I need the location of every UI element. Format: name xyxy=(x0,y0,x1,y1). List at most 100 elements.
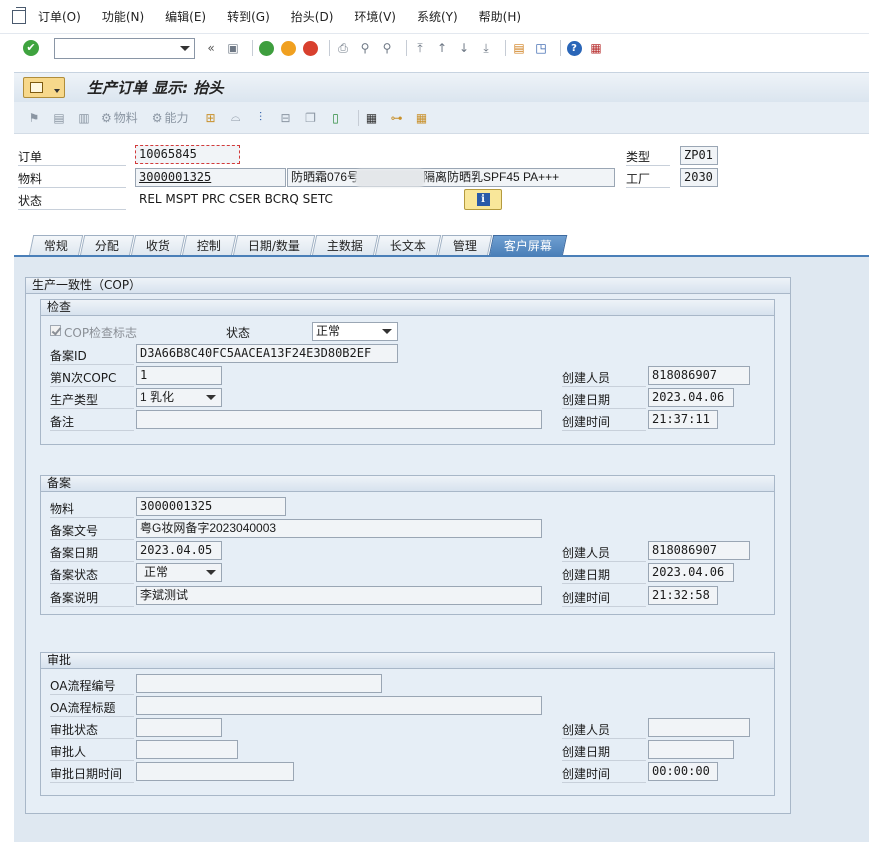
approval-status-field[interactable] xyxy=(136,718,222,737)
hierarchy-icon[interactable]: ⊞ xyxy=(203,110,219,126)
menu-goto[interactable]: 转到(G) xyxy=(227,8,270,25)
menu-bar: 订单(O) 功能(N) 编辑(E) 转到(G) 抬头(D) 环境(V) 系统(Y… xyxy=(0,0,869,34)
tab-administration[interactable]: 管理 xyxy=(437,235,493,256)
production-type-label: 生产类型 xyxy=(50,391,134,409)
tab-assignment[interactable]: 分配 xyxy=(79,235,135,256)
network-icon[interactable]: ⊟ xyxy=(278,110,294,126)
cop-check-checkbox[interactable] xyxy=(50,325,61,336)
find-icon[interactable]: ⚲ xyxy=(357,40,373,56)
menu-environment[interactable]: 环境(V) xyxy=(354,8,396,25)
capacity-button[interactable]: ⚙ 能力 xyxy=(152,109,189,126)
chevron-down-icon[interactable] xyxy=(180,45,190,51)
table-icon[interactable]: ▦ xyxy=(364,110,380,126)
menu-help[interactable]: 帮助(H) xyxy=(479,8,521,25)
collapse-icon[interactable]: « xyxy=(203,40,219,56)
tab-label: 客户屏幕 xyxy=(504,239,553,253)
filing-doc-no-field[interactable]: 粤G妆网备字2023040003 xyxy=(136,519,542,538)
nth-copc-field[interactable]: 1 xyxy=(136,366,222,385)
filing-created-time-field[interactable]: 21:32:58 xyxy=(648,586,718,605)
document-icon[interactable]: ▤ xyxy=(51,110,67,126)
title-bar: 生产订单 显示: 抬头 xyxy=(14,72,869,102)
approval-created-time-field[interactable]: 00:00:00 xyxy=(648,762,718,781)
previous-page-icon[interactable]: ↑ xyxy=(434,40,450,56)
menu-edit[interactable]: 编辑(E) xyxy=(165,8,206,25)
object-services-button[interactable] xyxy=(23,77,65,98)
capacity-icon: ⚙ xyxy=(151,110,163,125)
enter-icon[interactable]: ✔ xyxy=(23,40,39,56)
approval-created-date-field[interactable] xyxy=(648,740,734,759)
filing-id-field[interactable]: D3A66B8C40FC5AACEA13F24E3D80B2EF xyxy=(136,344,398,363)
tab-dates-quantities[interactable]: 日期/数量 xyxy=(232,235,316,256)
exit-up-icon[interactable] xyxy=(280,40,296,56)
column-icon[interactable]: ▯ xyxy=(328,110,344,126)
exit-icon[interactable] xyxy=(12,6,26,24)
remark-field[interactable] xyxy=(136,410,542,429)
menu-header[interactable]: 抬头(D) xyxy=(291,8,334,25)
cancel-icon[interactable] xyxy=(302,40,318,56)
tab-master-data[interactable]: 主数据 xyxy=(311,235,379,256)
calculator-icon[interactable]: ▥ xyxy=(76,110,92,126)
oa-title-field[interactable] xyxy=(136,696,542,715)
filing-id-value: D3A66B8C40FC5AACEA13F24E3D80B2EF xyxy=(140,346,372,360)
menu-system[interactable]: 系统(Y) xyxy=(417,8,458,25)
copy-icon[interactable]: ❐ xyxy=(303,110,319,126)
layout-menu-icon[interactable]: ▦ xyxy=(588,40,604,56)
component-icon[interactable]: ⌓ xyxy=(228,110,244,126)
order-value: 10065845 xyxy=(139,147,197,161)
production-type-dropdown[interactable]: 1 乳化 xyxy=(136,388,222,407)
filing-creator-field[interactable]: 818086907 xyxy=(648,541,750,560)
check-created-time-field[interactable]: 21:37:11 xyxy=(648,410,718,429)
plant-value: 2030 xyxy=(684,170,713,184)
oa-no-label: OA流程编号 xyxy=(50,677,134,695)
type-field[interactable]: ZP01 xyxy=(680,146,718,165)
check-creator-field[interactable]: 818086907 xyxy=(648,366,750,385)
filing-desc-field[interactable]: 李斌测试 xyxy=(136,586,542,605)
oa-no-field[interactable] xyxy=(136,674,382,693)
plant-field[interactable]: 2030 xyxy=(680,168,718,187)
print-icon[interactable]: ⎙ xyxy=(335,40,351,56)
check-created-date-label: 创建日期 xyxy=(562,391,646,409)
tree-icon[interactable]: ⊶ xyxy=(389,110,405,126)
shortcut-icon[interactable]: ◳ xyxy=(533,40,549,56)
filing-doc-no-label: 备案文号 xyxy=(50,522,134,540)
filing-date-field[interactable]: 2023.04.05 xyxy=(136,541,222,560)
filing-status-value: 正常 xyxy=(144,565,169,579)
filing-status-label: 备案状态 xyxy=(50,566,134,584)
sequence-icon[interactable]: ⫶ xyxy=(253,110,269,126)
status-info-button[interactable]: i xyxy=(464,189,502,210)
tab-general[interactable]: 常规 xyxy=(28,235,84,256)
flag-icon[interactable]: ⚑ xyxy=(26,110,42,126)
new-session-icon[interactable]: ▤ xyxy=(511,40,527,56)
approval-creator-field[interactable] xyxy=(648,718,750,737)
approval-creator-label: 创建人员 xyxy=(562,721,646,739)
next-page-icon[interactable]: ↓ xyxy=(456,40,472,56)
tab-control[interactable]: 控制 xyxy=(181,235,237,256)
menu-order[interactable]: 订单(O) xyxy=(38,8,81,25)
order-field[interactable]: 10065845 xyxy=(135,145,240,164)
approver-field[interactable] xyxy=(136,740,238,759)
tab-long-text[interactable]: 长文本 xyxy=(374,235,442,256)
material-field[interactable]: 3000001325 xyxy=(135,168,286,187)
material-button[interactable]: ⚙ 物料 xyxy=(101,109,138,126)
tab-customer-screen[interactable]: 客户屏幕 xyxy=(488,235,568,256)
tab-goods-receipt[interactable]: 收货 xyxy=(130,235,186,256)
find-next-icon[interactable]: ⚲ xyxy=(379,40,395,56)
production-type-value: 1 乳化 xyxy=(140,390,175,404)
grid-icon[interactable]: ▦ xyxy=(414,110,430,126)
first-page-icon[interactable]: ⤒ xyxy=(412,40,428,56)
check-status-dropdown[interactable]: 正常 xyxy=(312,322,398,341)
menu-function[interactable]: 功能(N) xyxy=(102,8,144,25)
command-field[interactable] xyxy=(54,37,195,59)
filing-status-dropdown[interactable]: 正常 xyxy=(136,563,222,582)
approval-datetime-field[interactable] xyxy=(136,762,294,781)
save-icon[interactable]: ▣ xyxy=(225,40,241,56)
oa-title-label: OA流程标题 xyxy=(50,699,134,717)
filing-material-field[interactable]: 3000001325 xyxy=(136,497,286,516)
help-icon[interactable]: ? xyxy=(566,40,582,56)
filing-created-date-field[interactable]: 2023.04.06 xyxy=(648,563,734,582)
last-page-icon[interactable]: ⤓ xyxy=(478,40,494,56)
back-icon[interactable] xyxy=(258,40,274,56)
filing-created-time-label: 创建时间 xyxy=(562,589,646,607)
check-created-date-field[interactable]: 2023.04.06 xyxy=(648,388,734,407)
tab-label: 常规 xyxy=(43,239,68,253)
